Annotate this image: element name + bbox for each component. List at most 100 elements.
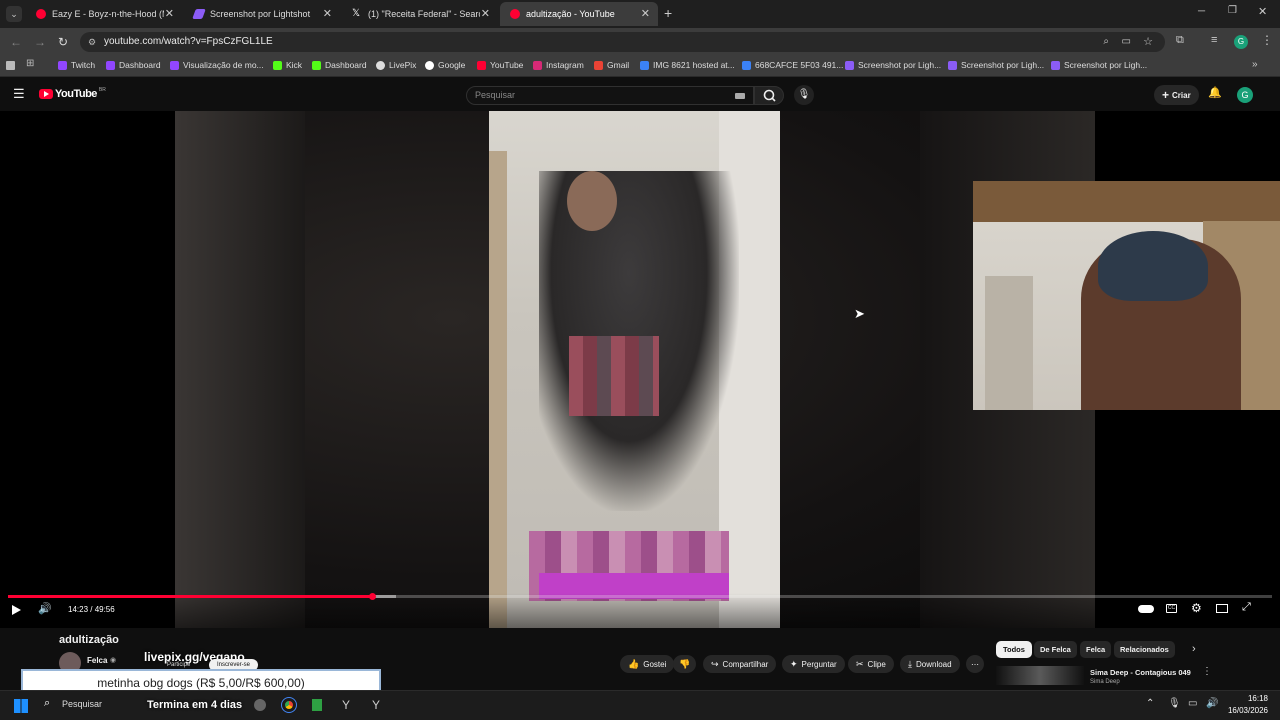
clock-date[interactable]: 16/03/2026 xyxy=(1224,706,1268,715)
chrome-taskbar-icon[interactable] xyxy=(281,697,297,713)
apps-icon[interactable] xyxy=(6,61,15,70)
ask-button[interactable]: ✦ Perguntar xyxy=(782,655,845,673)
close-window-icon[interactable]: ✕ xyxy=(1258,5,1267,18)
channel-name[interactable]: Felca xyxy=(87,656,107,665)
settings-gear-icon[interactable]: ⚙ xyxy=(1191,601,1202,615)
recommended-more-icon[interactable]: ⋮ xyxy=(1202,666,1212,677)
tab-adultizacao[interactable]: adultização - YouTube ✕ xyxy=(500,2,658,26)
more-bookmarks-icon[interactable]: » xyxy=(1252,59,1258,70)
site-info-icon[interactable]: ⚙ xyxy=(88,32,96,52)
bookmark-gmail[interactable]: Gmail xyxy=(594,60,629,70)
share-button[interactable]: ↪ Compartilhar xyxy=(703,655,777,673)
back-icon[interactable]: ← xyxy=(10,35,22,49)
search-button[interactable] xyxy=(754,86,784,105)
reload-icon[interactable]: ↻ xyxy=(58,35,68,49)
guide-menu-icon[interactable]: ☰ xyxy=(13,86,25,102)
bookmark-kick[interactable]: Kick xyxy=(273,60,302,70)
windows-start-icon[interactable] xyxy=(14,699,28,713)
tab-eazy-e[interactable]: Eazy E - Boyz-n-the-Hood (Mu ✕ xyxy=(26,2,182,26)
browser-tab-bar: ⌄ Eazy E - Boyz-n-the-Hood (Mu ✕ Screens… xyxy=(0,0,1280,28)
theater-mode-icon[interactable] xyxy=(1216,604,1228,613)
chip-todos[interactable]: Todos xyxy=(996,641,1032,658)
lightshot-icon xyxy=(192,9,206,19)
recommended-channel: Sima Deep xyxy=(1090,679,1120,685)
minimize-icon[interactable]: ─ xyxy=(1198,6,1205,17)
close-tab-icon[interactable]: ✕ xyxy=(641,7,650,20)
star-icon[interactable]: ☆ xyxy=(1143,32,1153,52)
search-input[interactable]: Pesquisar xyxy=(466,86,754,105)
download-button[interactable]: ⤓ Download xyxy=(900,655,960,673)
like-button[interactable]: 👍 Gostei xyxy=(620,655,675,673)
profile-avatar[interactable]: G xyxy=(1234,35,1248,49)
chip-felca[interactable]: Felca xyxy=(1080,641,1112,658)
bookmark-youtube[interactable]: YouTube xyxy=(477,60,523,70)
keyboard-icon[interactable] xyxy=(735,93,745,99)
close-tab-icon[interactable]: ✕ xyxy=(481,7,490,20)
account-avatar[interactable]: G xyxy=(1237,87,1253,103)
tray-chevron-icon[interactable]: ⌃ xyxy=(1146,698,1154,709)
player-controls: 🔊 14:23 / 49:56 CC ⚙ ⤢ xyxy=(0,593,1280,628)
forward-icon[interactable]: → xyxy=(34,35,46,49)
recommended-thumbnail[interactable] xyxy=(996,666,1084,685)
taskbar-app-icon-2[interactable] xyxy=(312,699,322,711)
webcam-door xyxy=(985,276,1033,410)
fullscreen-icon[interactable]: ⤢ xyxy=(1242,601,1251,614)
close-tab-icon[interactable]: ✕ xyxy=(165,7,174,20)
speaker-tray-icon[interactable]: 🔊 xyxy=(1206,698,1218,709)
bookmark-instagram[interactable]: Instagram xyxy=(533,60,584,70)
progress-bar-track[interactable] xyxy=(8,593,1272,600)
bookmark-twitch[interactable]: Twitch xyxy=(58,60,95,70)
extensions-icon[interactable]: ⧉ xyxy=(1176,34,1184,47)
progress-played xyxy=(8,595,372,598)
play-icon[interactable] xyxy=(12,605,21,615)
clock-time[interactable]: 16:18 xyxy=(1240,694,1268,703)
bookmark-668cafce[interactable]: 668CAFCE 5F03 491... xyxy=(742,60,843,70)
subtitles-icon[interactable]: CC xyxy=(1166,604,1177,613)
tab-list-chevron-icon[interactable]: ⌄ xyxy=(6,6,22,22)
new-tab-icon[interactable]: + xyxy=(664,5,672,21)
chip-relacionados[interactable]: Relacionados xyxy=(1114,641,1175,658)
taskbar-search-input[interactable]: Pesquisar xyxy=(62,699,102,709)
bookmark-visualizacao[interactable]: Visualização de mo... xyxy=(170,60,264,70)
grid-icon[interactable]: ⊞ xyxy=(26,58,34,69)
bookmark-livepix[interactable]: LivePix xyxy=(376,60,416,70)
tab-receita-federal[interactable]: 𝕏 (1) "Receita Federal" - Search / ✕ xyxy=(342,2,498,26)
volume-icon[interactable]: 🔊 xyxy=(38,602,52,615)
restore-icon[interactable]: ❐ xyxy=(1228,5,1237,16)
taskbar-search-icon[interactable]: ⌕ xyxy=(44,697,50,710)
taskbar-app-icon[interactable] xyxy=(254,699,266,711)
media-icon[interactable]: ≡ xyxy=(1211,34,1217,46)
display-tray-icon[interactable]: ▭ xyxy=(1188,698,1197,709)
bookmark-screenshot-3[interactable]: Screenshot por Ligh... xyxy=(1051,60,1147,70)
menu-icon[interactable]: ⋮ xyxy=(1261,33,1273,47)
microphone-tray-icon[interactable]: 🎙 xyxy=(1168,698,1181,709)
taskbar-app-icon-3[interactable]: Y xyxy=(342,698,350,712)
lightshot-icon xyxy=(1051,60,1060,70)
chips-next-icon[interactable]: › xyxy=(1192,643,1196,655)
cast-icon[interactable]: ▭ xyxy=(1122,32,1131,52)
dislike-button[interactable]: 👎 xyxy=(673,655,697,673)
autoplay-toggle[interactable] xyxy=(1138,605,1154,613)
url-input[interactable]: ⚙ youtube.com/watch?v=FpsCzFGL1LE ⌕ ▭ ☆ xyxy=(80,32,1165,52)
taskbar-app-icon-4[interactable]: Y xyxy=(372,698,380,712)
progress-scrubber-handle[interactable] xyxy=(369,593,376,600)
more-actions-button[interactable]: ⋯ xyxy=(966,655,984,673)
bookmark-dashboard-kick[interactable]: Dashboard xyxy=(312,60,367,70)
tab-lightshot[interactable]: Screenshot por Lightshot ✕ xyxy=(184,2,340,26)
zoom-icon[interactable]: ⌕ xyxy=(1103,32,1109,52)
chip-de-felca[interactable]: De Felca xyxy=(1034,641,1077,658)
bookmark-screenshot-2[interactable]: Screenshot por Ligh... xyxy=(948,60,1044,70)
bookmark-google[interactable]: Google xyxy=(425,60,465,70)
video-player[interactable]: ➤ 🔊 14:23 / 49:56 CC ⚙ ⤢ xyxy=(0,111,1280,628)
voice-search-button[interactable]: 🎙 xyxy=(794,85,814,105)
close-tab-icon[interactable]: ✕ xyxy=(323,7,332,20)
bookmark-dashboard[interactable]: Dashboard xyxy=(106,60,161,70)
clip-button[interactable]: ✂ Clipe xyxy=(848,655,894,673)
bookmark-screenshot-1[interactable]: Screenshot por Ligh... xyxy=(845,60,941,70)
notifications-bell-icon[interactable]: 🔔 xyxy=(1208,86,1222,99)
kick-icon xyxy=(312,60,321,70)
bookmark-img-8621[interactable]: IMG 8621 hosted at... xyxy=(640,60,735,70)
create-button[interactable]: + Criar xyxy=(1154,85,1199,105)
recommended-title[interactable]: Sima Deep - Contagious 049 xyxy=(1090,668,1191,677)
youtube-logo[interactable]: YouTube BR xyxy=(39,87,106,100)
